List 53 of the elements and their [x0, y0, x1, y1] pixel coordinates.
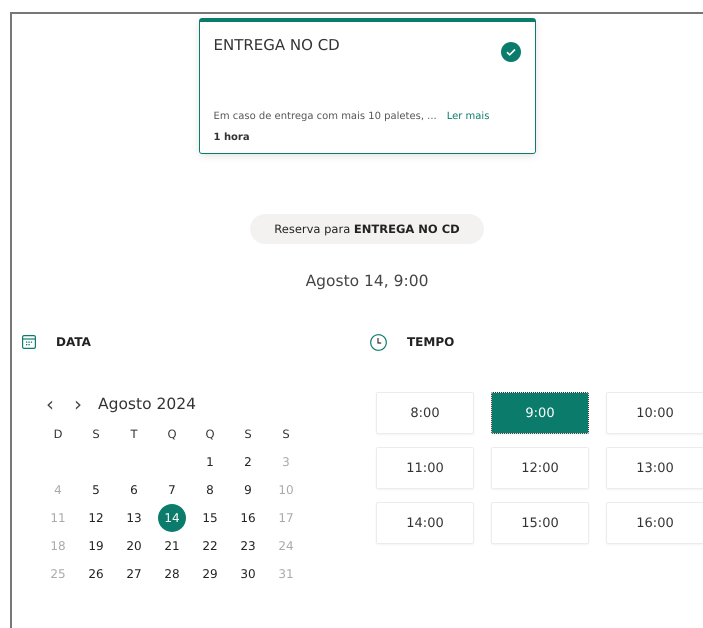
time-slot[interactable]: 8:00 — [376, 392, 474, 434]
calendar-day[interactable]: 8 — [196, 476, 224, 504]
time-slot[interactable]: 16:00 — [606, 502, 703, 544]
calendar-day[interactable]: 12 — [82, 504, 110, 532]
weekday-label: D — [52, 426, 64, 443]
time-slot[interactable]: 14:00 — [376, 502, 474, 544]
calendar-day[interactable]: 26 — [82, 560, 110, 588]
clock-icon — [370, 334, 387, 350]
calendar-day[interactable]: 23 — [234, 532, 262, 560]
calendar-day[interactable]: 2 — [234, 448, 262, 476]
calendar-day[interactable]: 29 — [196, 560, 224, 588]
calendar-day[interactable]: 13 — [120, 504, 148, 532]
calendar-day[interactable]: 9 — [234, 476, 262, 504]
weekday-label: S — [91, 426, 101, 443]
read-more-link[interactable]: Ler mais — [446, 111, 490, 122]
calendar-day[interactable]: 6 — [120, 476, 148, 504]
calendar-day[interactable]: 21 — [158, 532, 186, 560]
time-slot[interactable]: 15:00 — [491, 502, 589, 544]
weekday-label: S — [281, 426, 291, 443]
calendar-day[interactable]: 16 — [234, 504, 262, 532]
time-slot[interactable]: 9:00 — [491, 392, 589, 434]
calendar-day[interactable]: 30 — [234, 560, 262, 588]
calendar-day[interactable]: 22 — [196, 532, 224, 560]
service-description: Em caso de entrega com mais 10 paletes, ... — [214, 111, 437, 122]
service-duration: 1 hora — [214, 132, 251, 143]
calendar-day[interactable]: 27 — [120, 560, 148, 588]
month-label: Agosto 2024 — [98, 395, 196, 413]
calendar-icon — [22, 335, 36, 349]
service-title: ENTREGA NO CD — [214, 36, 340, 54]
calendar-day[interactable]: 15 — [196, 504, 224, 532]
selected-datetime: Agosto 14, 9:00 — [306, 272, 428, 290]
weekday-label: S — [243, 426, 253, 443]
time-heading: TEMPO — [407, 335, 454, 349]
check-icon — [500, 42, 520, 62]
time-slot[interactable]: 12:00 — [491, 447, 589, 489]
service-card[interactable]: ENTREGA NO CD Em caso de entrega com mais 10 paletes, ... Ler mais 1 hora — [198, 18, 536, 154]
calendar-day[interactable]: 28 — [158, 560, 186, 588]
weekday-label: Q — [166, 426, 178, 443]
calendar-day[interactable]: 5 — [82, 476, 110, 504]
time-slot[interactable]: 10:00 — [606, 392, 703, 434]
weekday-label: T — [129, 426, 139, 443]
time-slot[interactable]: 11:00 — [376, 447, 474, 489]
booking-pill: Reserva para ENTREGA NO CD — [250, 214, 484, 244]
calendar-day[interactable]: 7 — [158, 476, 186, 504]
calendar-day[interactable]: 19 — [82, 532, 110, 560]
next-month-button[interactable]: › — [70, 394, 86, 414]
time-slot[interactable]: 13:00 — [606, 447, 703, 489]
weekday-label: Q — [204, 426, 216, 443]
date-heading: DATA — [56, 335, 91, 349]
calendar-day[interactable]: 1 — [196, 448, 224, 476]
previous-month-button[interactable]: ‹ — [42, 394, 58, 414]
calendar-day[interactable]: 20 — [120, 532, 148, 560]
calendar-day[interactable]: 14 — [158, 504, 186, 532]
